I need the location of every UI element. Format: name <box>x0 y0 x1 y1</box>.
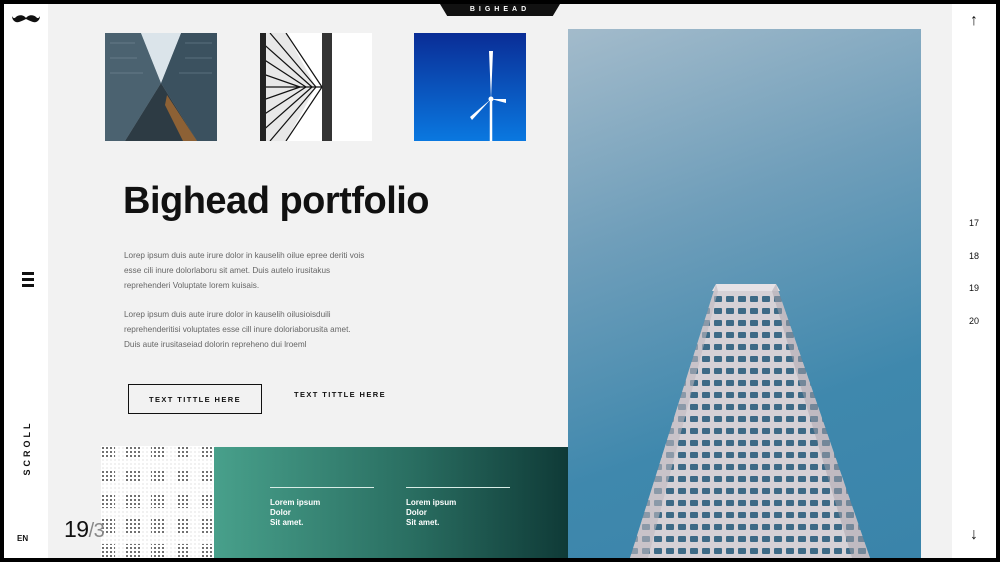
divider <box>406 487 510 488</box>
body-paragraph-2: Lorep ipsum duis aute irure dolor in kau… <box>124 310 351 349</box>
page-link-19[interactable]: 19 <box>966 283 982 316</box>
thumbnail-glass-building[interactable] <box>260 33 372 141</box>
glass-building-image <box>260 33 332 141</box>
info-line: Dolor <box>406 508 427 517</box>
language-switch[interactable]: EN <box>17 534 28 543</box>
info-line: Sit amet. <box>270 518 304 527</box>
right-rail: ↑ 17 18 19 20 ↓ <box>952 4 996 558</box>
page-indicator: 19/3 <box>64 516 105 543</box>
secondary-button[interactable]: TEXT TITTLE HERE <box>294 390 386 399</box>
arrow-down-icon[interactable]: ↓ <box>966 526 982 544</box>
green-info-panel: Lorem ipsum Dolor Sit amet. Lorem ipsum … <box>214 447 568 558</box>
info-column-2: Lorem ipsum Dolor Sit amet. <box>406 487 510 528</box>
left-rail: SCROLL EN <box>4 4 48 558</box>
info-line: Lorem ipsum <box>406 498 457 507</box>
thumbnail-wind-turbine[interactable] <box>414 33 526 141</box>
divider <box>270 487 374 488</box>
mustache-icon[interactable] <box>12 14 40 24</box>
dot-pattern-decoration <box>101 446 215 558</box>
info-column-1: Lorem ipsum Dolor Sit amet. <box>270 487 374 528</box>
primary-button[interactable]: TEXT TITTLE HERE <box>128 384 262 414</box>
page-nav: 17 18 19 20 <box>966 218 982 348</box>
hamburger-icon[interactable] <box>22 272 34 290</box>
info-line: Sit amet. <box>406 518 440 527</box>
wind-turbine-image <box>470 51 506 141</box>
thumbnail-skyscrapers[interactable] <box>105 33 217 141</box>
current-page: 19 <box>64 516 89 542</box>
info-line: Dolor <box>270 508 291 517</box>
total-pages: 3 <box>93 520 105 542</box>
page-link-18[interactable]: 18 <box>966 251 982 284</box>
slide-frame: SCROLL EN BIGHEAD Bighead portfolio Lore… <box>4 4 996 558</box>
page-link-17[interactable]: 17 <box>966 218 982 251</box>
body-paragraph-1: Lorep ipsum duis aute irure dolor in kau… <box>124 251 365 290</box>
skyscrapers-image <box>105 33 217 141</box>
page-title: Bighead portfolio <box>123 180 430 222</box>
tower-photo <box>568 29 921 558</box>
tower-building-image <box>630 284 870 558</box>
info-line: Lorem ipsum <box>270 498 321 507</box>
page-link-20[interactable]: 20 <box>966 316 982 349</box>
scroll-label: SCROLL <box>22 420 32 476</box>
arrow-up-icon[interactable]: ↑ <box>966 12 982 30</box>
brand-tab: BIGHEAD <box>440 4 560 16</box>
